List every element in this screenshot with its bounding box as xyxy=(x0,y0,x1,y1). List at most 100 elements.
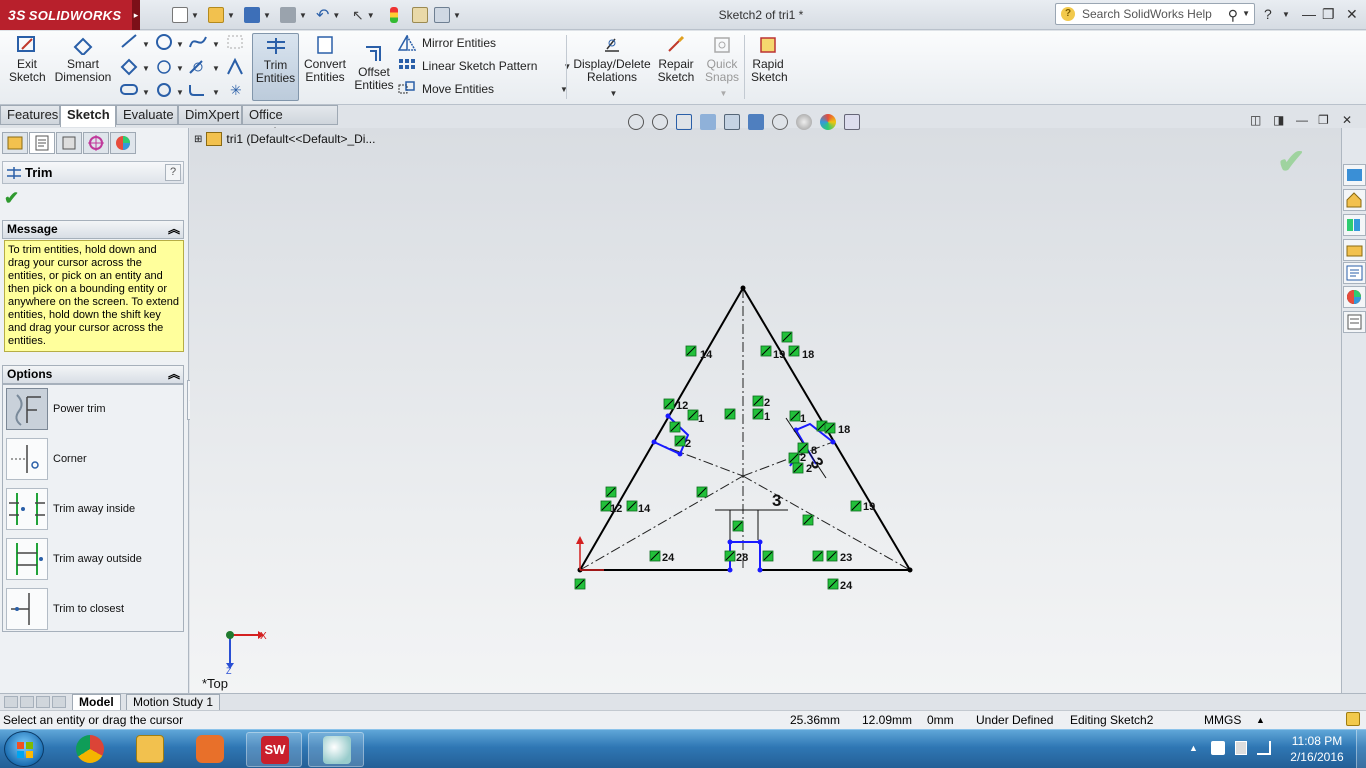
rapid-sketch-button[interactable]: Rapid Sketch xyxy=(748,33,788,101)
collapse-icon[interactable]: ︽ xyxy=(168,221,180,238)
action-center-icon[interactable] xyxy=(1211,741,1225,755)
tab-sketch[interactable]: Sketch xyxy=(60,105,116,127)
network-icon[interactable] xyxy=(1257,741,1271,755)
home-icon[interactable] xyxy=(1343,189,1366,211)
svg-text:✳: ✳ xyxy=(230,82,242,98)
help-button[interactable]: ? xyxy=(165,164,181,181)
appearances-scenes-icon[interactable] xyxy=(1343,286,1366,308)
offset-entities-button[interactable]: Offset Entities xyxy=(352,41,396,109)
show-hidden-icons-icon[interactable]: ▲ xyxy=(1189,743,1198,753)
view-orientation-label: *Top xyxy=(202,676,229,691)
system-clock[interactable]: 11:08 PM 2/16/2016 xyxy=(1282,733,1352,765)
text-tool-icon xyxy=(227,57,243,75)
relation-label: 28 xyxy=(736,552,748,564)
help-question-icon[interactable]: ? xyxy=(1264,6,1272,22)
restore-icon[interactable]: ❐ xyxy=(1322,6,1335,23)
file-explorer-icon[interactable] xyxy=(1343,239,1366,261)
feature-manager-tab[interactable] xyxy=(2,132,28,154)
collapse-icon[interactable]: ︽ xyxy=(168,366,180,383)
minimize-icon[interactable]: — xyxy=(1302,6,1316,22)
design-library-icon[interactable] xyxy=(1343,214,1366,236)
tile-icon[interactable]: ◫ xyxy=(1250,113,1261,127)
trim-to-closest-label: Trim to closest xyxy=(53,603,125,615)
last-tab-arrow-icon[interactable] xyxy=(52,696,66,708)
dimxpert-manager-tab[interactable] xyxy=(83,132,109,154)
close-icon[interactable]: ✕ xyxy=(1346,6,1358,23)
display-delete-relations-button[interactable]: Display/Delete Relations ▼ xyxy=(572,33,652,101)
title-bar: 3S SOLIDWORKS ▸ ▼ ▼ ▼ ▼ ↶ ▼ ↖ ▼ ▼ Sketch2 o… xyxy=(0,0,1366,30)
prev-tab-arrow-icon[interactable] xyxy=(20,696,34,708)
search-icon[interactable]: ⚲ xyxy=(1228,5,1238,25)
solidworks-resources-icon[interactable] xyxy=(1343,164,1366,186)
property-manager-tab[interactable] xyxy=(29,132,55,154)
configuration-manager-tab[interactable] xyxy=(56,132,82,154)
relation-label: 1 xyxy=(698,413,704,425)
exit-sketch-button[interactable]: Exit Sketch xyxy=(6,33,48,101)
units-up-arrow-icon[interactable]: ▲ xyxy=(1256,711,1265,729)
device-icon[interactable] xyxy=(1235,741,1247,755)
move-entities-button[interactable]: Move Entities ▼ xyxy=(398,81,568,97)
folder-icon xyxy=(136,735,164,763)
trim-entities-button[interactable]: Trim Entities xyxy=(252,33,299,101)
convert-entities-button[interactable]: Convert Entities xyxy=(302,33,348,101)
first-tab-arrow-icon[interactable] xyxy=(4,696,18,708)
triad-x-label: X xyxy=(260,631,267,642)
help-dropdown-icon[interactable]: ▼ xyxy=(1282,10,1290,19)
option-trim-away-outside[interactable]: Trim away outside xyxy=(6,537,182,581)
graphics-area[interactable]: ⊞ tri1 (Default<<Default>_Di... ✔ 3 3 14… xyxy=(190,114,1341,693)
option-corner[interactable]: Corner xyxy=(6,437,182,481)
option-power-trim[interactable]: Power trim xyxy=(6,387,182,431)
rebuild-status-icon[interactable] xyxy=(1346,712,1360,726)
taskbar-media-player[interactable] xyxy=(182,732,238,767)
windows-taskbar: SW ▲ 11:08 PM 2/16/2016 xyxy=(0,729,1366,768)
option-trim-away-inside[interactable]: Trim away inside xyxy=(6,487,182,531)
tile-vertical-icon[interactable]: ◨ xyxy=(1273,113,1284,127)
doc-restore-icon[interactable]: ❐ xyxy=(1318,113,1329,127)
windows-flag-icon xyxy=(17,742,33,758)
linear-sketch-pattern-button[interactable]: Linear Sketch Pattern ▼ xyxy=(398,58,571,74)
sketch-entities-grid: ▼ ▼ ▼ ▼ ▼ ▼ ▼ ▼ ▼ ✳ xyxy=(118,33,248,101)
repair-sketch-button[interactable]: Repair Sketch xyxy=(656,33,696,101)
smart-dimension-button[interactable]: Smart Dimension xyxy=(54,33,112,101)
convert-entities-label: Convert Entities xyxy=(303,57,347,84)
relation-label: 12 xyxy=(676,400,688,412)
trim-to-closest-icon xyxy=(6,588,48,630)
view-palette-icon[interactable] xyxy=(1343,262,1366,284)
bottom-tabs: Model Motion Study 1 xyxy=(0,693,1366,711)
tab-office-products[interactable]: Office Products xyxy=(242,105,338,140)
doc-close-icon[interactable]: ✕ xyxy=(1342,113,1352,127)
doc-minimize-icon[interactable]: — xyxy=(1296,113,1308,127)
trim-icon xyxy=(6,165,22,186)
tab-evaluate[interactable]: Evaluate xyxy=(116,105,178,125)
fillet-tool-icon xyxy=(189,85,204,96)
mirror-entities-button[interactable]: Mirror Entities xyxy=(397,33,496,51)
chevron-down-icon[interactable]: ▼ xyxy=(1242,4,1250,24)
help-search-input[interactable]: ? Search SolidWorks Help ⚲ ▼ xyxy=(1055,3,1255,25)
sketch-canvas[interactable]: 3 3 14 19 18 12 1 2 1 2 1 18 8 2 2 12 14… xyxy=(190,128,1341,693)
relation-label: 1 xyxy=(800,413,806,425)
taskbar-explorer[interactable] xyxy=(122,732,178,767)
taskbar-chrome[interactable] xyxy=(62,732,118,767)
solidworks-icon: SW xyxy=(261,736,289,764)
next-tab-arrow-icon[interactable] xyxy=(36,696,50,708)
pattern-dropdown-icon[interactable]: ▼ xyxy=(563,62,571,71)
status-units[interactable]: MMGS xyxy=(1204,711,1241,729)
taskbar-solidworks[interactable]: SW xyxy=(246,732,302,767)
tab-model[interactable]: Model xyxy=(72,694,121,711)
start-button[interactable] xyxy=(4,731,44,767)
options-header[interactable]: Options ︽ xyxy=(2,365,184,384)
tab-dimxpert[interactable]: DimXpert xyxy=(178,105,242,125)
clock-date: 2/16/2016 xyxy=(1290,750,1344,764)
ok-check-icon[interactable]: ✔ xyxy=(4,188,19,209)
quick-snaps-button[interactable]: Quick Snaps ▼ xyxy=(702,33,742,101)
tab-features[interactable]: Features xyxy=(0,105,60,125)
taskbar-paint[interactable] xyxy=(308,732,364,767)
status-editing: Editing Sketch2 xyxy=(1070,713,1154,727)
custom-properties-icon[interactable] xyxy=(1343,311,1366,333)
svg-text:▼: ▼ xyxy=(212,64,220,73)
option-trim-to-closest[interactable]: Trim to closest xyxy=(6,587,182,631)
display-manager-tab[interactable] xyxy=(110,132,136,154)
tab-motion-study-1[interactable]: Motion Study 1 xyxy=(126,694,221,711)
message-header[interactable]: Message ︽ xyxy=(2,220,184,239)
show-desktop-button[interactable] xyxy=(1356,730,1366,768)
